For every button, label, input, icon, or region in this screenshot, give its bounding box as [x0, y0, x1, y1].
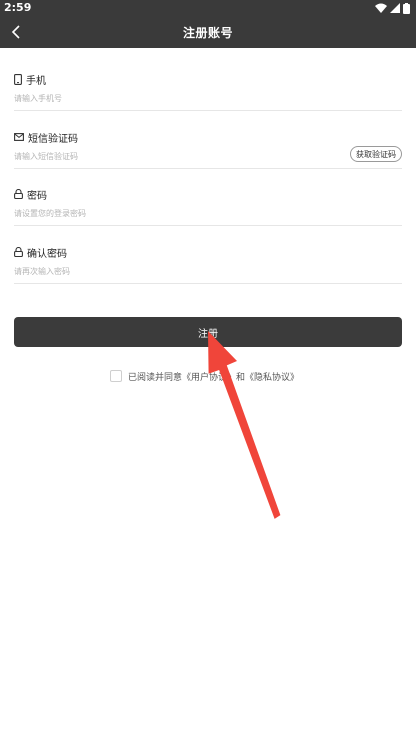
divider	[14, 110, 402, 111]
agreement-and: 和	[236, 372, 246, 383]
lock-icon	[14, 247, 23, 257]
password-label-text: 密码	[27, 190, 47, 202]
password-label: 密码	[14, 187, 47, 202]
lock-icon	[14, 189, 23, 199]
confirm-password-label: 确认密码	[14, 245, 67, 260]
user-agreement-link[interactable]: 《用户协议》	[182, 373, 236, 383]
arrow-shape	[208, 331, 281, 519]
agreement-text: 已阅读并同意《用户协议》和《隐私协议》	[128, 370, 299, 383]
register-button[interactable]: 注册	[14, 317, 402, 347]
phone-label-text: 手机	[26, 75, 46, 87]
page-title: 注册账号	[182, 26, 233, 40]
divider	[14, 168, 402, 169]
status-time: 2:59	[4, 1, 32, 14]
agreement-row: 已阅读并同意《用户协议》和《隐私协议》	[110, 369, 299, 383]
phone-label: 手机	[14, 72, 46, 87]
confirm-password-field: 确认密码	[14, 245, 402, 285]
sms-code-label-text: 短信验证码	[28, 133, 78, 145]
divider	[14, 225, 402, 226]
phone-icon	[14, 73, 22, 85]
wifi-icon	[375, 3, 387, 13]
signal-icon	[390, 3, 400, 13]
confirm-password-input[interactable]	[14, 263, 334, 279]
password-input[interactable]	[14, 205, 334, 221]
password-field: 密码	[14, 187, 402, 227]
confirm-password-label-text: 确认密码	[27, 248, 67, 260]
agree-checkbox[interactable]	[110, 370, 122, 382]
sms-code-field: 短信验证码 获取验证码	[14, 130, 402, 170]
privacy-policy-link[interactable]: 《隐私协议》	[245, 373, 299, 383]
get-code-button[interactable]: 获取验证码	[350, 146, 402, 162]
status-bar: 2:59	[0, 0, 416, 16]
phone-input[interactable]	[14, 90, 334, 106]
envelope-icon	[14, 133, 24, 141]
nav-bar: 注册账号	[0, 16, 416, 48]
status-icons	[375, 2, 410, 14]
phone-field: 手机	[14, 72, 402, 112]
agreement-prefix: 已阅读并同意	[128, 372, 183, 383]
divider	[14, 283, 402, 284]
sms-code-input[interactable]	[14, 148, 314, 164]
battery-icon	[403, 2, 410, 14]
sms-code-label: 短信验证码	[14, 130, 78, 145]
